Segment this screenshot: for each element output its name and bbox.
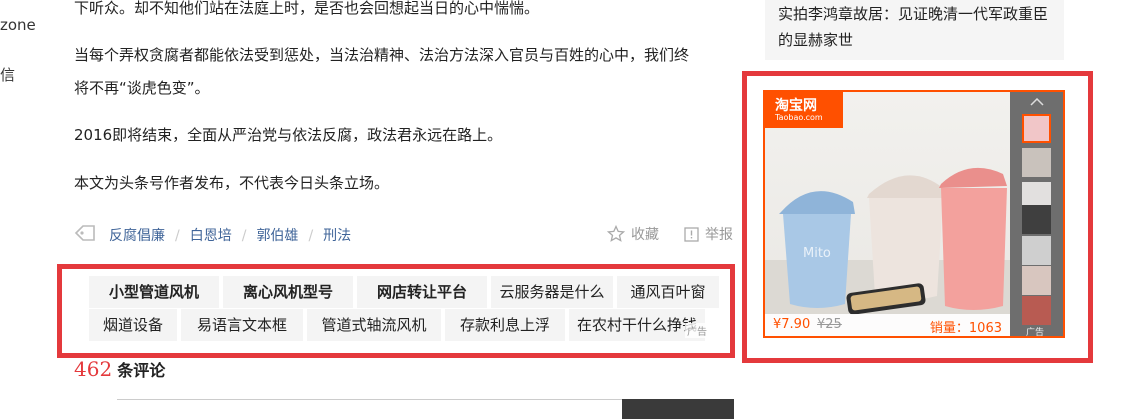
keyword-link[interactable]: 易语言文本框 [181, 309, 303, 341]
svg-text:Mito: Mito [803, 246, 831, 261]
article-paragraph: 将不再“谈虎色变”。 [74, 79, 210, 97]
ad-label: 广告 [1026, 328, 1045, 338]
thumbnail[interactable] [1022, 148, 1051, 177]
keyword-link[interactable]: 烟道设备 [89, 309, 177, 341]
chevron-up-icon[interactable] [1030, 98, 1044, 106]
blue-trash-bin: Mito [779, 191, 855, 308]
product-sales: 销量：1063 [929, 321, 1002, 336]
keyword-link[interactable]: 管道式轴流风机 [307, 309, 441, 341]
tag-link[interactable]: 刑法 [323, 228, 351, 244]
collect-label: 收藏 [631, 227, 659, 243]
article-tag-bar: 反腐倡廉 / 白恩培 / 郭伯雄 / 刑法 收藏 举报 [74, 218, 736, 250]
thumbnail-strip: 广告 [1010, 92, 1063, 336]
keyword-link[interactable]: 通风百叶窗 [617, 276, 719, 308]
thumbnail[interactable] [1022, 236, 1051, 265]
tag-list: 反腐倡廉 / 白恩培 / 郭伯雄 / 刑法 [109, 228, 352, 244]
comment-count-number: 462 [74, 357, 113, 381]
ad-mark: 广告 [685, 323, 709, 338]
beige-trash-bin [867, 175, 943, 300]
pink-trash-bin [939, 167, 1007, 310]
report-button[interactable]: 举报 [684, 224, 733, 244]
tag-link[interactable]: 郭伯雄 [256, 228, 298, 244]
thumbnail[interactable] [1022, 205, 1051, 234]
keyword-row: 烟道设备 易语言文本框 管道式轴流风机 存款利息上浮 在农村干什么挣钱 [89, 309, 709, 341]
collect-button[interactable]: 收藏 [607, 224, 659, 244]
product-price: ¥7.90 [773, 317, 811, 332]
keyword-ad-box: 小型管道风机 离心风机型号 网店转让平台 云服务器是什么 通风百叶窗 烟道设备 … [57, 264, 735, 358]
tag-icon [74, 225, 95, 241]
star-icon [607, 225, 625, 242]
nav-item-wechat[interactable]: 信 [0, 64, 15, 85]
thumbnail[interactable] [1022, 296, 1051, 325]
comment-count: 462 条评论 [74, 357, 165, 381]
nav-item-zone[interactable]: zone [0, 16, 36, 34]
taobao-logo: 淘宝网 Taobao.com [765, 92, 843, 128]
keyword-link[interactable]: 小型管道风机 [89, 276, 219, 308]
comment-submit-button[interactable] [622, 399, 734, 419]
article-paragraph: 下听众。却不知他们站在法庭上时，是否也会回想起当日的心中惴惴。 [74, 0, 540, 17]
report-label: 举报 [705, 227, 733, 243]
article-paragraph: 2016即将结束，全面从严治党与依法反腐，政法君永远在路上。 [74, 126, 503, 144]
product-illustration: Mito [765, 167, 1010, 336]
thumbnail[interactable] [1022, 266, 1051, 295]
product-ad[interactable]: Mito 淘宝网 Taobao.com ¥7.90 ¥25 销量：1063 广告 [763, 90, 1065, 338]
article-paragraph: 本文为头条号作者发布，不代表今日头条立场。 [74, 174, 390, 192]
related-article-title[interactable]: 实拍李鸿章故居：见证晚清一代军政重臣的显赫家世 [778, 1, 1058, 53]
product-original-price: ¥25 [817, 317, 842, 332]
keyword-row: 小型管道风机 离心风机型号 网店转让平台 云服务器是什么 通风百叶窗 [89, 276, 723, 308]
comment-count-label: 条评论 [117, 361, 166, 380]
keyword-link[interactable]: 云服务器是什么 [491, 276, 613, 308]
article-paragraph: 当每个弄权贪腐者都能依法受到惩处，当法治精神、法治方法深入官员与百姓的心中，我们… [74, 46, 690, 64]
keyword-link[interactable]: 存款利息上浮 [445, 309, 565, 341]
report-icon [684, 226, 699, 242]
price-bar: ¥7.90 ¥25 销量：1063 [765, 314, 1010, 336]
tag-link[interactable]: 白恩培 [190, 228, 232, 244]
keyword-link[interactable]: 离心风机型号 [223, 276, 353, 308]
related-article-card[interactable]: 实拍李鸿章故居：见证晚清一代军政重臣的显赫家世 [765, 0, 1064, 60]
keyword-link[interactable]: 网店转让平台 [357, 276, 487, 308]
thumbnail[interactable] [1022, 114, 1051, 143]
tag-link[interactable]: 反腐倡廉 [109, 228, 165, 244]
product-image[interactable]: Mito 淘宝网 Taobao.com ¥7.90 ¥25 销量：1063 [765, 92, 1010, 336]
